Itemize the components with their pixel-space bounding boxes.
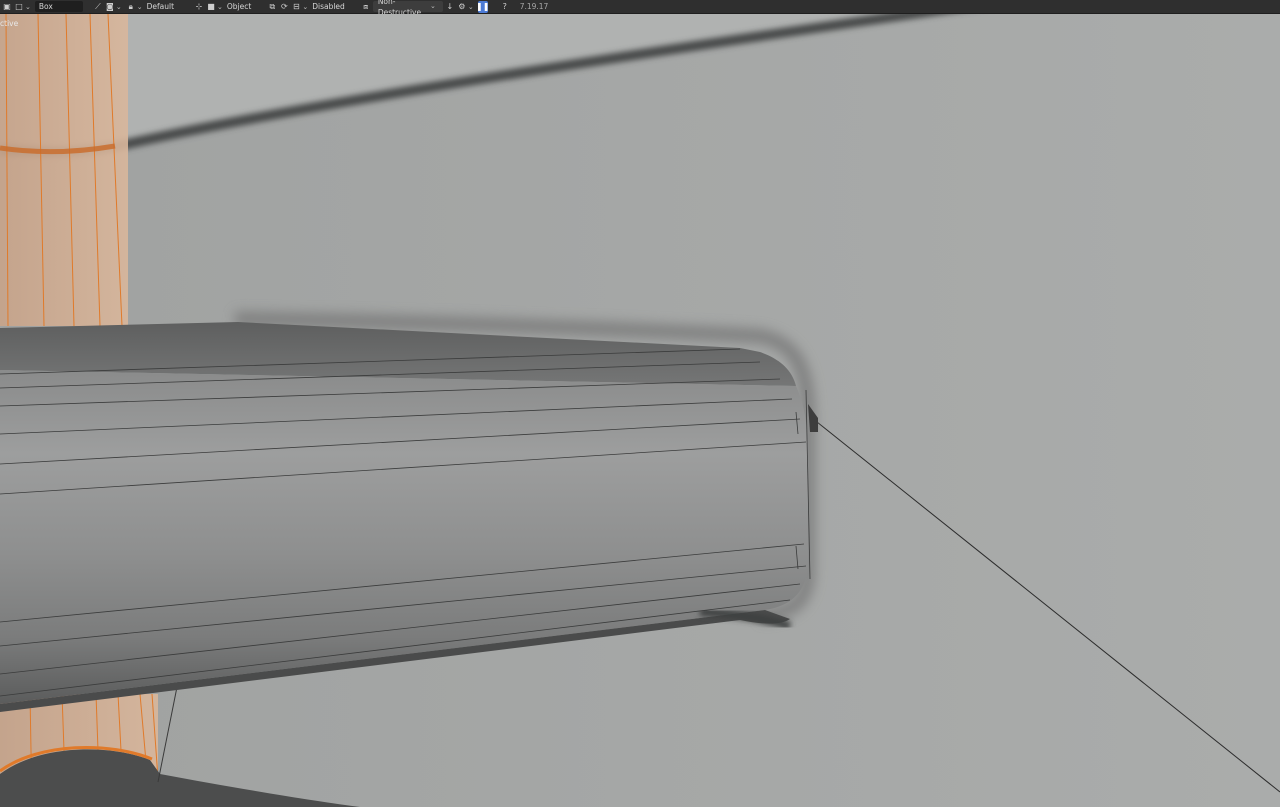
rotate-icon: ⟳ [280, 1, 288, 11]
gear-icon: ⚙ [458, 1, 466, 11]
editor-type-button[interactable]: ▣ [2, 1, 12, 13]
chevron-down-icon: ⌄ [467, 2, 474, 11]
viewport-status-text: ctive [0, 19, 19, 28]
snap-icon: ⊟ [292, 1, 300, 11]
object-mode-selector[interactable]: ■ ⌄ Object [206, 1, 251, 13]
lock-icon: 🔒︎ [128, 1, 133, 11]
selected-object-upper [0, 14, 128, 327]
3d-viewport[interactable] [0, 14, 1280, 807]
square-shape-icon: □ [15, 1, 23, 11]
chevron-down-icon: ⌄ [429, 2, 436, 10]
tool-name-label: Box [38, 2, 53, 11]
tool-name-field[interactable]: Box [34, 1, 83, 12]
draw-line-button[interactable]: ⟋ [93, 1, 103, 13]
version-text: 7.19.17 [519, 1, 549, 11]
snapping-selector[interactable]: ⊟ ⌄ Disabled [291, 1, 345, 13]
header-toolbar: ▣ □ ⌄ Box ⟋ ◙ ⌄ 🔒︎ ⌄ Default ⊹ ■ ⌄ Objec… [0, 0, 1280, 17]
chevron-down-icon: ⌄ [217, 2, 223, 11]
version-label: 7.19.17 [520, 1, 549, 13]
grid-icon: ⊹ [195, 1, 203, 11]
help-icon: ? [502, 1, 507, 11]
help-button[interactable]: ? [500, 1, 510, 13]
line-draw-icon: ⟋ [95, 1, 101, 11]
boolean-button[interactable]: ⧈ [361, 1, 371, 13]
object-square-icon: ■ [207, 1, 215, 11]
boolean-mode-selector[interactable]: Non-Destructive ⌄ [372, 0, 443, 17]
arrow-down-icon: ↓ [446, 1, 454, 11]
chevron-down-icon: ⌄ [25, 2, 31, 11]
apply-button[interactable]: ↓ [445, 1, 455, 13]
orientation-label: Default [146, 1, 175, 11]
orientation-selector[interactable]: 🔒︎ ⌄ Default [126, 1, 174, 13]
pause-icon: ❚❚ [475, 1, 490, 11]
rotate-button[interactable]: ⟳ [279, 1, 289, 13]
pivot-icon: ◙ [105, 1, 114, 11]
pause-button[interactable]: ❚❚ [475, 0, 490, 13]
chevron-down-icon: ⌄ [115, 2, 122, 11]
object-mode-label: Object [226, 1, 252, 11]
pivot-selector[interactable]: ◙ ⌄ [105, 1, 124, 13]
shape-selector[interactable]: □ ⌄ [14, 1, 33, 13]
transform-button[interactable]: ⧉ [267, 1, 277, 13]
transform-icon: ⧉ [269, 1, 276, 11]
grid-snap-button[interactable]: ⊹ [194, 1, 204, 13]
boolean-icon: ⧈ [363, 1, 369, 11]
box-select-icon: ▣ [3, 1, 11, 11]
snapping-label: Disabled [312, 1, 345, 11]
chevron-down-icon: ⌄ [136, 2, 143, 11]
chevron-down-icon: ⌄ [302, 2, 309, 11]
settings-selector[interactable]: ⚙ ⌄ [457, 1, 476, 13]
